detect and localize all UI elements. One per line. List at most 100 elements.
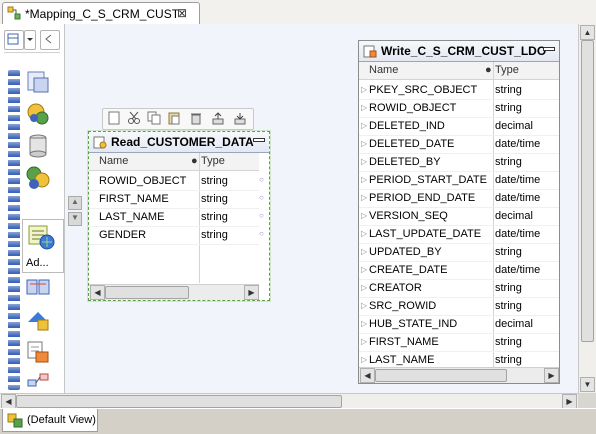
port-row[interactable]: ROWID_OBJECT string ○: [89, 172, 264, 191]
palette-scroll-down-button[interactable]: ▼: [68, 212, 82, 226]
output-port-icon[interactable]: ○: [259, 229, 264, 238]
minimize-icon[interactable]: [543, 47, 555, 51]
port-arrow-icon[interactable]: ▷: [361, 247, 367, 256]
port-arrow-icon[interactable]: ▷: [361, 337, 367, 346]
port-arrow-icon[interactable]: ▷: [361, 319, 367, 328]
mapping-editor-tab[interactable]: *Mapping_C_S_CRM_CUST ⊠: [2, 2, 200, 24]
read-transform-header[interactable]: Read_CUSTOMER_DATA: [89, 132, 269, 153]
sort-icon: ●: [191, 155, 198, 167]
sort-icon: ●: [485, 64, 492, 76]
port-arrow-icon[interactable]: ▷: [361, 139, 367, 148]
link-icon[interactable]: [24, 366, 58, 396]
port-row[interactable]: ▷ UPDATED_BY string: [359, 243, 559, 262]
port-arrow-icon[interactable]: ▷: [361, 103, 367, 112]
port-row[interactable]: ▷ LAST_UPDATE_DATE date/time: [359, 225, 559, 244]
port-row[interactable]: ▷ SRC_ROWID string: [359, 297, 559, 316]
scroll-right-button[interactable]: ▶: [562, 394, 577, 409]
router-icon[interactable]: [24, 274, 58, 304]
palette-layout-button[interactable]: [4, 30, 24, 50]
port-arrow-icon[interactable]: ▷: [361, 301, 367, 310]
write-icon[interactable]: [24, 338, 58, 368]
read-transform-box[interactable]: Read_CUSTOMER_DATA Name ● Type ROWID_OBJ…: [87, 130, 271, 302]
default-view-tab[interactable]: (Default View): [2, 409, 98, 432]
port-row[interactable]: ▷ ROWID_OBJECT string: [359, 99, 559, 118]
port-arrow-icon[interactable]: ▷: [361, 229, 367, 238]
port-name: LAST_NAME: [369, 354, 435, 366]
port-row[interactable]: ▷ CREATOR string: [359, 279, 559, 298]
scroll-thumb[interactable]: [105, 286, 189, 299]
port-row[interactable]: ▷ FIRST_NAME string: [359, 333, 559, 352]
palette-drawer-strip[interactable]: [8, 70, 20, 390]
port-row[interactable]: ▷ HUB_STATE_IND decimal: [359, 315, 559, 334]
port-row[interactable]: ▷ DELETED_IND decimal: [359, 117, 559, 136]
export-icon[interactable]: [211, 111, 225, 125]
port-row[interactable]: FIRST_NAME string ○: [89, 190, 264, 209]
palette-item-label: Ad...: [26, 257, 49, 269]
port-row[interactable]: ▷ PERIOD_START_DATE date/time: [359, 171, 559, 190]
mapping-icon: [7, 6, 21, 20]
scroll-down-button[interactable]: ▼: [580, 377, 595, 392]
port-row[interactable]: LAST_NAME string ○: [89, 208, 264, 227]
port-row[interactable]: ▷ VERSION_SEQ decimal: [359, 207, 559, 226]
write-transform-header[interactable]: Write_C_S_CRM_CUST_LDO: [359, 41, 559, 62]
scroll-right-button[interactable]: ▶: [244, 285, 259, 300]
port-arrow-icon[interactable]: ▷: [361, 193, 367, 202]
port-row[interactable]: ▷ PKEY_SRC_OBJECT string: [359, 81, 559, 100]
port-row[interactable]: ▷ PERIOD_END_DATE date/time: [359, 189, 559, 208]
port-arrow-icon[interactable]: ▷: [361, 175, 367, 184]
port-name: FIRST_NAME: [369, 336, 439, 348]
source-icon[interactable]: [24, 68, 58, 98]
minimize-icon[interactable]: [253, 138, 265, 142]
port-type: date/time: [495, 264, 541, 276]
palette-collapse-button[interactable]: [40, 30, 60, 50]
port-name: CREATOR: [369, 282, 422, 294]
port-name: PERIOD_START_DATE: [369, 174, 487, 186]
port-name: ROWID_OBJECT: [99, 175, 187, 187]
scroll-thumb[interactable]: [581, 40, 594, 342]
port-row[interactable]: ▷ CREATE_DATE date/time: [359, 261, 559, 280]
port-name: GENDER: [99, 229, 147, 241]
write-transform-box[interactable]: Write_C_S_CRM_CUST_LDO Name ● Type ▷ PKEY…: [358, 40, 560, 384]
port-arrow-icon[interactable]: ▷: [361, 121, 367, 130]
joiner-icon[interactable]: [24, 164, 58, 194]
delete-icon[interactable]: [189, 111, 203, 125]
port-name: DELETED_IND: [369, 120, 445, 132]
port-type: string: [495, 300, 522, 312]
port-arrow-icon[interactable]: ▷: [361, 355, 367, 364]
scroll-left-button[interactable]: ◀: [360, 368, 375, 383]
canvas-hscrollbar[interactable]: ◀ ▶: [0, 393, 578, 409]
port-arrow-icon[interactable]: ▷: [361, 265, 367, 274]
port-row[interactable]: ▷ DELETED_BY string: [359, 153, 559, 172]
lookup-icon[interactable]: [24, 306, 58, 336]
port-arrow-icon[interactable]: ▷: [361, 283, 367, 292]
copy-icon[interactable]: [147, 111, 161, 125]
scroll-up-button[interactable]: ▲: [580, 25, 595, 40]
paste-icon[interactable]: [167, 111, 181, 125]
output-port-icon[interactable]: ○: [259, 193, 264, 202]
import-icon[interactable]: [233, 111, 247, 125]
scroll-thumb[interactable]: [16, 395, 342, 408]
scroll-thumb[interactable]: [375, 369, 507, 382]
type-column-header: Type: [201, 155, 225, 167]
port-type: string: [201, 193, 228, 205]
scroll-right-button[interactable]: ▶: [544, 368, 559, 383]
new-icon[interactable]: [107, 111, 121, 125]
close-icon[interactable]: ⊠: [177, 6, 187, 20]
scroll-left-button[interactable]: ◀: [90, 285, 105, 300]
cut-icon[interactable]: [127, 111, 141, 125]
read-hscrollbar[interactable]: ◀ ▶: [89, 284, 259, 300]
output-port-icon[interactable]: ○: [259, 211, 264, 220]
database-icon[interactable]: [24, 132, 58, 162]
port-arrow-icon[interactable]: ▷: [361, 211, 367, 220]
transform-icon[interactable]: [24, 100, 58, 130]
port-row[interactable]: GENDER string ○: [89, 226, 264, 245]
palette-dropdown-button[interactable]: [24, 30, 36, 50]
port-arrow-icon[interactable]: ▷: [361, 157, 367, 166]
write-hscrollbar[interactable]: ◀ ▶: [359, 367, 559, 383]
palette-scroll-up-button[interactable]: ▲: [68, 196, 82, 210]
output-port-icon[interactable]: ○: [259, 175, 264, 184]
canvas-vscrollbar[interactable]: ▲ ▼: [578, 24, 596, 393]
scroll-left-button[interactable]: ◀: [1, 394, 16, 409]
port-arrow-icon[interactable]: ▷: [361, 85, 367, 94]
port-row[interactable]: ▷ DELETED_DATE date/time: [359, 135, 559, 154]
